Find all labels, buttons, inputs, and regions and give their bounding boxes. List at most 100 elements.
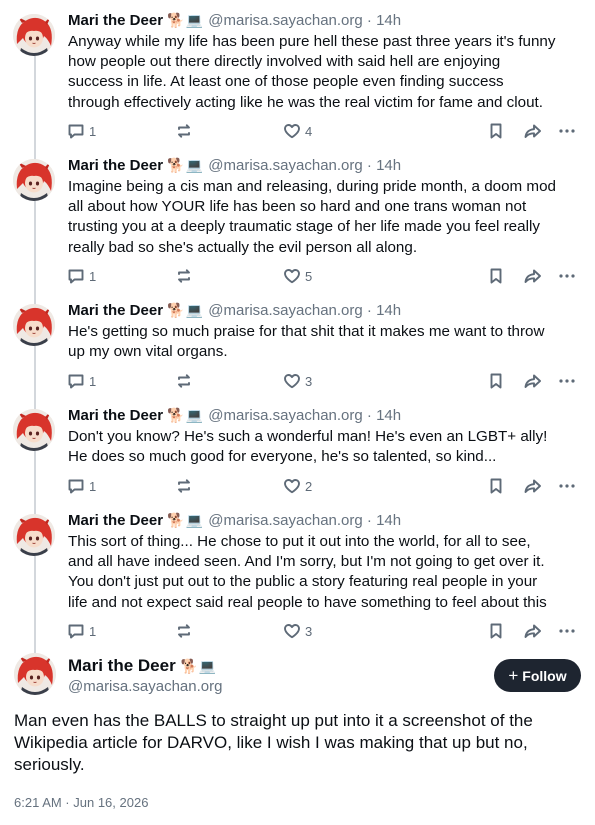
more-button[interactable] xyxy=(557,619,577,643)
reply-button[interactable]: 1 xyxy=(66,264,96,288)
heart-icon xyxy=(282,476,302,496)
post-timestamp[interactable]: 6:21 AM · Jun 16, 2026 xyxy=(14,795,581,810)
author-handle[interactable]: @marisa.sayachan.org xyxy=(208,512,362,529)
post-time[interactable]: 14h xyxy=(376,157,401,174)
author-emoji: 🐕💻 xyxy=(180,659,218,675)
like-button[interactable]: 4 xyxy=(282,119,312,143)
reply-button[interactable]: 1 xyxy=(66,119,96,143)
repost-button[interactable] xyxy=(174,119,194,143)
author-handle[interactable]: @marisa.sayachan.org xyxy=(208,12,362,29)
reply-button[interactable]: 1 xyxy=(66,619,96,643)
bookmark-button[interactable] xyxy=(486,619,506,643)
author-handle[interactable]: @marisa.sayachan.org xyxy=(208,157,362,174)
bookmark-icon xyxy=(486,476,506,496)
follow-button[interactable]: + Follow xyxy=(494,659,581,692)
author-handle[interactable]: @marisa.sayachan.org xyxy=(208,407,362,424)
author-name-line: Mari the Deer 🐕💻 xyxy=(68,655,217,678)
author-handle[interactable]: @marisa.sayachan.org xyxy=(208,302,362,319)
reply-icon xyxy=(66,121,86,141)
author-name[interactable]: Mari the Deer xyxy=(68,157,163,174)
author-handle[interactable]: @marisa.sayachan.org xyxy=(68,677,222,697)
author-name[interactable]: Mari the Deer xyxy=(68,656,176,675)
share-button[interactable] xyxy=(522,369,544,393)
repost-button[interactable] xyxy=(174,369,194,393)
share-icon xyxy=(522,371,544,391)
thread-post[interactable]: Mari the Deer 🐕💻 @marisa.sayachan.org · … xyxy=(0,500,595,645)
more-button[interactable] xyxy=(557,264,577,288)
reply-button[interactable]: 1 xyxy=(66,474,96,498)
author-name[interactable]: Mari the Deer xyxy=(68,12,163,29)
post-meta: Mari the Deer 🐕💻 @marisa.sayachan.org · … xyxy=(68,157,402,174)
avatar[interactable] xyxy=(14,653,56,695)
post-meta: Mari the Deer 🐕💻 @marisa.sayachan.org · … xyxy=(68,302,402,319)
main-post: Mari the Deer 🐕💻 @marisa.sayachan.org + F… xyxy=(0,653,595,825)
thread-post[interactable]: Mari the Deer 🐕💻 @marisa.sayachan.org · … xyxy=(0,0,595,145)
thread: Mari the Deer 🐕💻 @marisa.sayachan.org · … xyxy=(0,0,595,825)
post-text: Anyway while my life has been pure hell … xyxy=(68,33,556,111)
repost-icon xyxy=(174,121,194,141)
post-meta: Mari the Deer 🐕💻 @marisa.sayachan.org · … xyxy=(68,512,402,529)
repost-icon xyxy=(174,476,194,496)
avatar[interactable] xyxy=(13,159,55,201)
bookmark-button[interactable] xyxy=(486,474,506,498)
main-post-text: Man even has the BALLS to straight up pu… xyxy=(14,711,533,774)
bookmark-icon xyxy=(486,621,506,641)
author-emoji: 🐕💻 xyxy=(167,408,205,424)
reply-icon xyxy=(66,621,86,641)
more-options-icon xyxy=(557,266,577,286)
heart-icon xyxy=(282,371,302,391)
more-button[interactable] xyxy=(557,119,577,143)
bookmark-button[interactable] xyxy=(486,119,506,143)
like-button[interactable]: 3 xyxy=(282,369,312,393)
avatar[interactable] xyxy=(13,409,55,451)
repost-button[interactable] xyxy=(174,619,194,643)
post-actions: 1 5 xyxy=(66,264,581,288)
post-time[interactable]: 14h xyxy=(376,302,401,319)
share-icon xyxy=(522,121,544,141)
share-button[interactable] xyxy=(522,474,544,498)
avatar[interactable] xyxy=(13,304,55,346)
post-text: Don't you know? He's such a wonderful ma… xyxy=(68,428,548,466)
share-icon xyxy=(522,476,544,496)
avatar[interactable] xyxy=(13,14,55,56)
author-name[interactable]: Mari the Deer xyxy=(68,407,163,424)
repost-button[interactable] xyxy=(174,474,194,498)
post-time[interactable]: 14h xyxy=(376,407,401,424)
bookmark-button[interactable] xyxy=(486,369,506,393)
reply-icon xyxy=(66,476,86,496)
author-name[interactable]: Mari the Deer xyxy=(68,512,163,529)
post-time[interactable]: 14h xyxy=(376,512,401,529)
like-button[interactable]: 5 xyxy=(282,264,312,288)
post-text: Imagine being a cis man and releasing, d… xyxy=(68,178,556,256)
like-button[interactable]: 2 xyxy=(282,474,312,498)
thread-post[interactable]: Mari the Deer 🐕💻 @marisa.sayachan.org · … xyxy=(0,395,595,500)
share-button[interactable] xyxy=(522,264,544,288)
post-text: He's getting so much praise for that shi… xyxy=(68,323,545,361)
thread-post[interactable]: Mari the Deer 🐕💻 @marisa.sayachan.org · … xyxy=(0,145,595,290)
author-emoji: 🐕💻 xyxy=(167,303,205,319)
heart-icon xyxy=(282,621,302,641)
more-options-icon xyxy=(557,121,577,141)
author-name[interactable]: Mari the Deer xyxy=(68,302,163,319)
reply-button[interactable]: 1 xyxy=(66,369,96,393)
like-button[interactable]: 3 xyxy=(282,619,312,643)
heart-icon xyxy=(282,121,302,141)
post-meta: Mari the Deer 🐕💻 @marisa.sayachan.org · … xyxy=(68,12,402,29)
share-icon xyxy=(522,266,544,286)
share-button[interactable] xyxy=(522,619,544,643)
repost-icon xyxy=(174,371,194,391)
post-time[interactable]: 14h xyxy=(376,12,401,29)
repost-button[interactable] xyxy=(174,264,194,288)
author-emoji: 🐕💻 xyxy=(167,158,205,174)
share-button[interactable] xyxy=(522,119,544,143)
author-emoji: 🐕💻 xyxy=(167,13,205,29)
thread-post[interactable]: Mari the Deer 🐕💻 @marisa.sayachan.org · … xyxy=(0,290,595,395)
reply-icon xyxy=(66,371,86,391)
bookmark-icon xyxy=(486,121,506,141)
more-options-icon xyxy=(557,476,577,496)
more-button[interactable] xyxy=(557,369,577,393)
avatar[interactable] xyxy=(13,514,55,556)
post-actions: 1 4 xyxy=(66,119,581,143)
more-button[interactable] xyxy=(557,474,577,498)
bookmark-button[interactable] xyxy=(486,264,506,288)
